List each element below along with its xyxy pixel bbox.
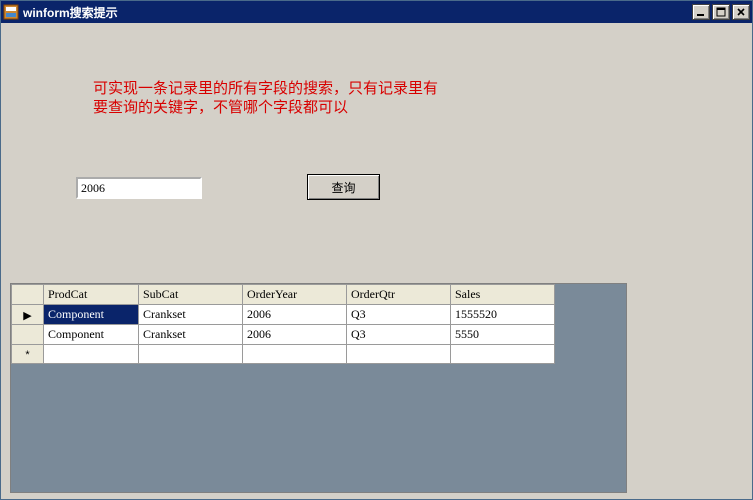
cell-prodcat[interactable]: Component	[44, 305, 139, 325]
cell-orderqtr[interactable]: Q3	[347, 305, 451, 325]
grid-header-row: ProdCat SubCat OrderYear OrderQtr Sales	[12, 285, 555, 305]
col-header-orderyear[interactable]: OrderYear	[243, 285, 347, 305]
cell-empty[interactable]	[139, 345, 243, 364]
close-button[interactable]	[732, 4, 750, 20]
query-button[interactable]: 查询	[307, 174, 380, 200]
grid-corner[interactable]	[12, 285, 44, 305]
col-header-prodcat[interactable]: ProdCat	[44, 285, 139, 305]
cell-prodcat[interactable]: Component	[44, 325, 139, 345]
cell-empty[interactable]	[347, 345, 451, 364]
cell-subcat[interactable]: Crankset	[139, 325, 243, 345]
app-window: winform搜索提示 可实现一条记录里的所有字段的搜索，只有记录里有 要查询的…	[0, 0, 753, 500]
app-icon	[3, 4, 19, 20]
col-header-orderqtr[interactable]: OrderQtr	[347, 285, 451, 305]
cell-subcat[interactable]: Crankset	[139, 305, 243, 325]
cell-sales[interactable]: 1555520	[451, 305, 555, 325]
description-line2: 要查询的关键字，不管哪个字段都可以	[93, 100, 348, 116]
window-controls	[692, 4, 750, 20]
cell-empty[interactable]	[451, 345, 555, 364]
table-row[interactable]: ▶ Component Crankset 2006 Q3 1555520	[12, 305, 555, 325]
cell-sales[interactable]: 5550	[451, 325, 555, 345]
description-text: 可实现一条记录里的所有字段的搜索，只有记录里有 要查询的关键字，不管哪个字段都可…	[93, 80, 438, 118]
search-input[interactable]	[76, 177, 202, 199]
description-line1: 可实现一条记录里的所有字段的搜索，只有记录里有	[93, 81, 438, 97]
table-row[interactable]: Component Crankset 2006 Q3 5550	[12, 325, 555, 345]
minimize-button[interactable]	[692, 4, 710, 20]
client-area: 可实现一条记录里的所有字段的搜索，只有记录里有 要查询的关键字，不管哪个字段都可…	[1, 23, 752, 499]
cell-orderqtr[interactable]: Q3	[347, 325, 451, 345]
cell-orderyear[interactable]: 2006	[243, 305, 347, 325]
window-title: winform搜索提示	[23, 4, 692, 21]
col-header-sales[interactable]: Sales	[451, 285, 555, 305]
row-indicator[interactable]	[12, 325, 44, 345]
new-row-indicator[interactable]: *	[12, 345, 44, 364]
titlebar: winform搜索提示	[1, 1, 752, 23]
cell-empty[interactable]	[44, 345, 139, 364]
maximize-button[interactable]	[712, 4, 730, 20]
row-indicator[interactable]: ▶	[12, 305, 44, 325]
data-grid[interactable]: ProdCat SubCat OrderYear OrderQtr Sales …	[10, 283, 627, 493]
cell-empty[interactable]	[243, 345, 347, 364]
cell-orderyear[interactable]: 2006	[243, 325, 347, 345]
table-new-row[interactable]: *	[12, 345, 555, 364]
col-header-subcat[interactable]: SubCat	[139, 285, 243, 305]
